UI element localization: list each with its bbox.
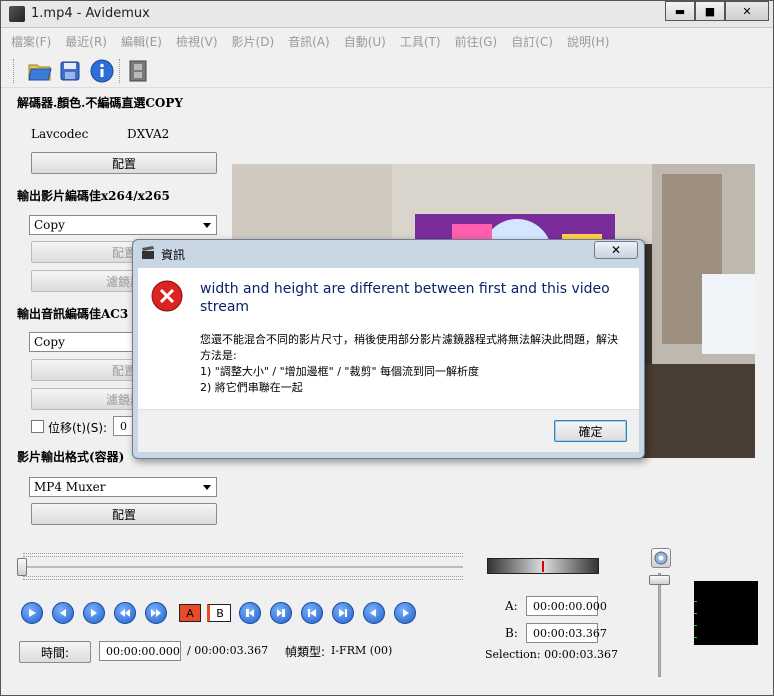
info-dialog: 資訊 ✕ width and height are different betw… <box>132 239 645 459</box>
audio-meter <box>694 581 758 645</box>
dialog-heading: width and height are different between f… <box>200 281 610 315</box>
menu-file[interactable]: 檔案(F) <box>11 33 51 50</box>
speaker-icon[interactable] <box>651 548 671 568</box>
last-frame-button[interactable] <box>332 602 354 624</box>
set-marker-a-button[interactable]: A <box>179 604 201 622</box>
menu-tools[interactable]: 工具(T) <box>400 33 441 50</box>
menu-video[interactable]: 影片(D) <box>232 33 275 50</box>
back-60s-button[interactable] <box>363 602 385 624</box>
save-icon[interactable] <box>57 58 83 84</box>
first-frame-button[interactable] <box>301 602 323 624</box>
menu-audio[interactable]: 音訊(A) <box>288 33 330 50</box>
dialog-body: width and height are different between f… <box>138 268 639 409</box>
container-config-button[interactable]: 配置 <box>31 503 217 525</box>
dialog-footer: 確定 <box>138 409 639 452</box>
main-window: 1.mp4 - Avidemux ▬ ■ ✕ 檔案(F) 最近(R) 編輯(E)… <box>0 0 774 696</box>
volume-slider-handle[interactable] <box>649 575 670 585</box>
container-select[interactable]: MP4 Muxer <box>29 477 217 497</box>
decoder-title: 解碼器.顏色.不編碼直選COPY <box>17 96 183 110</box>
shift-checkbox[interactable] <box>31 420 44 433</box>
error-icon <box>151 280 183 312</box>
goto-marker-a-button[interactable] <box>239 602 261 624</box>
avidemux-icon <box>9 6 25 22</box>
dialog-message-line1: 您還不能混合不同的影片尺寸，稍後使用部分影片濾鏡器程式將無法解決此問題，解決方法… <box>200 333 618 362</box>
next-keyframe-button[interactable] <box>145 602 167 624</box>
window-title: 1.mp4 - Avidemux <box>31 6 150 21</box>
audio-codec-value: Copy <box>34 335 65 349</box>
jog-shuttle[interactable] <box>487 558 599 574</box>
selection-duration: Selection: 00:00:03.367 <box>485 648 618 661</box>
maximize-button[interactable]: ■ <box>695 1 725 21</box>
shift-label: 位移(t)(S): <box>48 421 108 435</box>
volume-track[interactable] <box>658 573 661 677</box>
menu-auto[interactable]: 自動(U) <box>344 33 386 50</box>
play-button[interactable] <box>21 602 43 624</box>
marker-b-label: B: <box>505 626 518 640</box>
chevron-down-icon <box>203 485 211 490</box>
menu-view[interactable]: 檢視(V) <box>176 33 218 50</box>
menu-help[interactable]: 說明(H) <box>567 33 609 50</box>
prev-keyframe-button[interactable] <box>114 602 136 624</box>
decoder-name: Lavcodec <box>31 127 89 141</box>
close-button[interactable]: ✕ <box>725 1 769 21</box>
seek-slider-handle[interactable] <box>17 558 27 576</box>
title-bar: 1.mp4 - Avidemux ▬ ■ ✕ <box>1 1 773 28</box>
clapperboard-icon <box>141 246 155 260</box>
dialog-message-line2: 1) "調整大小" / "增加邊框" / "裁剪" 每個流到同一解析度 <box>200 365 480 378</box>
dialog-title: 資訊 <box>161 248 186 262</box>
container-title: 影片輸出格式(容器) <box>17 450 125 464</box>
set-marker-b-button[interactable]: B <box>207 604 231 622</box>
seek-track[interactable] <box>23 566 463 568</box>
seek-track-top <box>23 553 463 557</box>
forward-60s-button[interactable] <box>394 602 416 624</box>
audio-output-title: 輸出音訊編碼佳AC3 <box>17 307 129 321</box>
goto-marker-b-button[interactable] <box>270 602 292 624</box>
marker-b-time[interactable]: 00:00:03.367 <box>526 623 607 643</box>
prev-frame-button[interactable] <box>52 602 74 624</box>
open-folder-icon[interactable] <box>27 58 53 84</box>
menu-recent[interactable]: 最近(R) <box>65 33 107 50</box>
info-icon[interactable] <box>89 58 115 84</box>
video-codec-value: Copy <box>34 218 65 232</box>
frame-type-label: 幀類型: <box>285 645 326 659</box>
menu-goto[interactable]: 前往(G) <box>455 33 498 50</box>
current-time-input[interactable]: 00:00:00.000 <box>99 641 181 661</box>
next-frame-button[interactable] <box>83 602 105 624</box>
seek-track-bottom <box>23 576 463 580</box>
menu-bar: 檔案(F) 最近(R) 編輯(E) 檢視(V) 影片(D) 音訊(A) 自動(U… <box>1 29 773 53</box>
frame-type-value: I-FRM (00) <box>331 644 393 657</box>
menu-custom[interactable]: 自訂(C) <box>511 33 553 50</box>
dialog-message-line3: 2) 將它們串聯在一起 <box>200 381 303 394</box>
decoder-hw: DXVA2 <box>127 127 170 141</box>
chevron-down-icon <box>203 223 211 228</box>
ok-button[interactable]: 確定 <box>554 420 627 442</box>
video-codec-select[interactable]: Copy <box>29 215 217 235</box>
dialog-close-button[interactable]: ✕ <box>594 241 638 259</box>
time-button[interactable]: 時間: <box>19 641 91 663</box>
container-value: MP4 Muxer <box>34 480 106 494</box>
total-time: / 00:00:03.367 <box>187 644 269 657</box>
jog-indicator <box>542 561 544 572</box>
marker-a-label: A: <box>505 599 518 613</box>
video-output-title: 輸出影片編碼佳x264/x265 <box>17 189 170 203</box>
marker-a-time[interactable]: 00:00:00.000 <box>526 596 607 616</box>
menu-edit[interactable]: 編輯(E) <box>121 33 162 50</box>
toolbar <box>1 54 773 88</box>
minimize-button[interactable]: ▬ <box>665 1 695 21</box>
decoder-config-button[interactable]: 配置 <box>31 152 217 174</box>
film-strip-icon[interactable] <box>125 58 151 84</box>
